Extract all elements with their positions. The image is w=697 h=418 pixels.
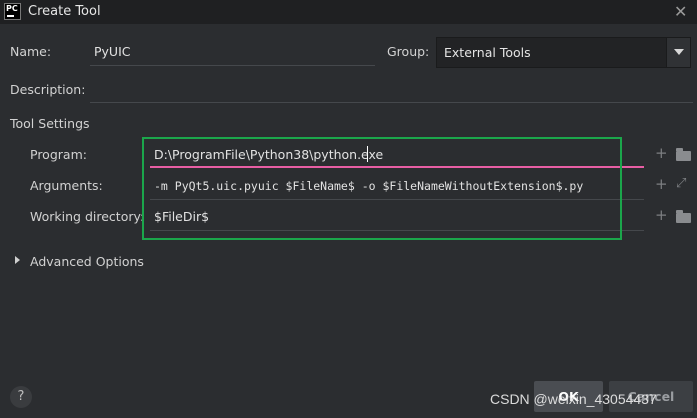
arguments-field-underline [150,199,644,200]
pycharm-logo-icon: PC [4,3,21,20]
arguments-label: Arguments: [30,178,103,193]
arguments-add-macro-icon[interactable]: + [655,175,668,193]
working-directory-field[interactable]: $FileDir$ [154,209,209,224]
program-field[interactable]: D:\ProgramFile\Python38\python.exe [154,147,383,162]
description-label: Description: [10,82,86,97]
help-button[interactable]: ? [10,386,32,408]
window-title: Create Tool [28,4,101,19]
expand-icon[interactable]: ⤢ [676,176,686,191]
program-add-macro-icon[interactable]: + [655,144,668,162]
tool-settings-heading: Tool Settings [10,116,90,131]
group-label: Group: [387,44,430,59]
working-directory-label: Working directory: [30,209,145,224]
program-field-focus-underline [150,166,644,168]
group-dropdown-button[interactable] [666,38,690,67]
chevron-right-icon[interactable] [15,256,20,264]
name-field[interactable]: PyUIC [94,44,131,59]
close-icon[interactable]: ✕ [674,2,687,21]
program-browse-folder-icon[interactable] [676,148,691,161]
working-directory-add-macro-icon[interactable]: + [655,206,668,224]
watermark-text: CSDN @weixin_43054437 [490,391,657,407]
group-select-value: External Tools [444,45,531,60]
arguments-field[interactable]: -m PyQt5.uic.pyuic $FileName$ -o $FileNa… [154,179,583,193]
name-field-underline [90,65,375,66]
title-bar: PC Create Tool ✕ [0,0,697,24]
chevron-down-icon [674,49,684,55]
name-label: Name: [10,44,52,59]
program-label: Program: [30,147,87,162]
working-directory-browse-folder-icon[interactable] [676,210,691,223]
advanced-options-toggle[interactable]: Advanced Options [30,254,144,269]
text-caret [367,146,368,162]
description-field-underline [90,102,693,103]
group-select[interactable]: External Tools [436,37,691,68]
working-directory-field-underline [150,230,644,231]
